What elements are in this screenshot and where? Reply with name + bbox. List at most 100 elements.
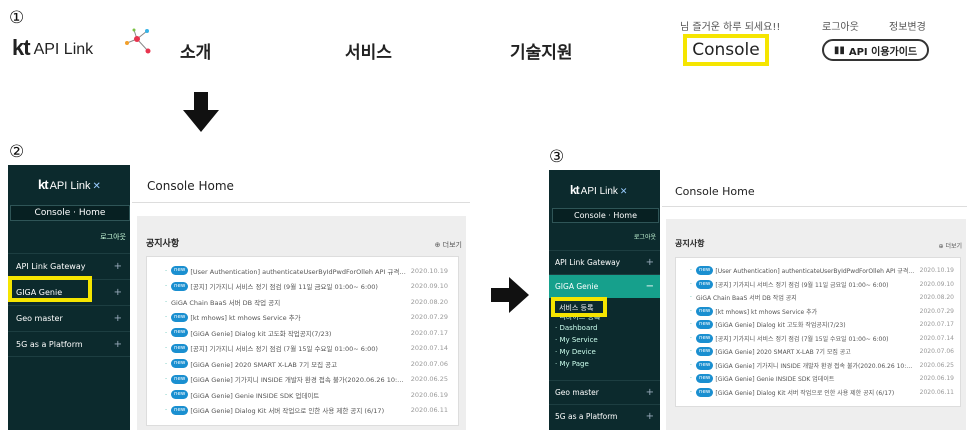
notice-date: 2020.07.14	[919, 334, 954, 342]
notice-row[interactable]: · new [GiGA Genie] Genie INSIDE SDK 업데이트 20…	[690, 372, 954, 386]
notice-row[interactable]: · new [GiGA Genie] Genie INSIDE SDK 업데이트 20…	[165, 387, 448, 403]
menu-giga-genie-3[interactable]: GIGA Genie −	[549, 274, 660, 298]
notice-title[interactable]: [GiGA Genie] Genie INSIDE SDK 업데이트	[190, 390, 406, 400]
divider	[132, 202, 470, 203]
more-button-2[interactable]: ⊕ 더보기	[435, 240, 462, 250]
notice-row[interactable]: · GiGA Chain BaaS 서버 DB 작업 공지 2020.08.20	[165, 294, 448, 310]
notice-title[interactable]: GiGA Chain BaaS 서버 DB 작업 공지	[696, 293, 916, 302]
notice-title-2: 공지사항	[146, 239, 180, 249]
console-home-label-2[interactable]: Console · Home	[10, 205, 130, 221]
link-network-icon: ✕	[619, 187, 628, 197]
notice-title[interactable]: [GiGA Genie] 2020 SMART X-LAB 7기 모집 공고	[715, 347, 915, 356]
console-home-label-3[interactable]: Console · Home	[552, 208, 659, 223]
notice-row[interactable]: · new [GiGA Genie] Dialog Kit 서버 작업으로 인한 사…	[165, 403, 448, 419]
notice-row[interactable]: · new [User Authentication] authenticateUs…	[165, 263, 448, 279]
step-3-label: ③	[549, 147, 565, 167]
notice-title[interactable]: [공지] 기가지니 서비스 정기 점검 (7월 15일 수요일 01:00~ 6…	[715, 334, 915, 343]
notice-title[interactable]: [GiGA Genie] 기가지니 INSIDE 개발자 환경 접속 불가(20…	[190, 374, 406, 384]
menu-geo-master-2[interactable]: Geo master +	[8, 305, 130, 331]
page-title-3: Console Home	[675, 185, 755, 198]
greeting-text: 님 즐거운 하루 되세요!!	[680, 22, 781, 33]
notice-panel-2: 공지사항 ⊕ 더보기 · new [User Authentication] aut…	[137, 216, 466, 430]
notice-title[interactable]: [kt mhows] kt mhows Service 추가	[190, 312, 406, 322]
plus-icon: +	[113, 338, 122, 350]
notice-row[interactable]: · new [GiGA Genie] Dialog kit 고도화 작업공지(7/2…	[690, 318, 954, 332]
notice-title[interactable]: [User Authentication] authenticateUserBy…	[190, 266, 406, 276]
notice-row[interactable]: · new [GiGA Genie] 2020 SMART X-LAB 7기 모집 …	[690, 345, 954, 359]
notice-date: 2020.07.17	[919, 321, 954, 329]
notice-row[interactable]: · new [User Authentication] authenticateUs…	[690, 264, 954, 278]
notice-title[interactable]: [GiGA Genie] Dialog Kit 서버 작업으로 인한 사용 제한…	[715, 388, 915, 397]
service-register-highlight[interactable]: 서비스 등록	[551, 297, 607, 317]
arrow-right-icon	[491, 277, 529, 313]
more-button-3[interactable]: ⊕ 더보기	[939, 241, 963, 250]
menu-5g-platform-2[interactable]: 5G as a Platform +	[8, 331, 130, 357]
notice-row[interactable]: · new [GiGA Genie] 기가지니 INSIDE 개발자 환경 접속 불…	[690, 359, 954, 373]
notice-title[interactable]: [GiGA Genie] Genie INSIDE SDK 업데이트	[715, 374, 915, 383]
notice-row[interactable]: · new [kt mhows] kt mhows Service 추가 2020.0…	[690, 305, 954, 319]
sidebar-logo-2[interactable]: kt API Link ✕	[38, 177, 101, 192]
notice-title[interactable]: GiGA Chain BaaS 서버 DB 작업 공지	[171, 297, 407, 307]
notice-row[interactable]: · new [공지] 기가지니 서비스 정기 점검 (9월 11일 금요일 01:0…	[165, 279, 448, 295]
notice-row[interactable]: · new [공지] 기가지니 서비스 정기 점검 (7월 15일 수요일 01:0…	[165, 341, 448, 357]
nav-service[interactable]: 서비스	[345, 38, 392, 63]
giga-genie-highlight	[8, 276, 92, 302]
plus-icon: +	[645, 257, 654, 268]
link-network-icon: ✕	[92, 181, 101, 192]
notice-row[interactable]: · GiGA Chain BaaS 서버 DB 작업 공지 2020.08.20	[690, 291, 954, 305]
api-guide-button[interactable]: ▮▮ API 이용가이드	[822, 39, 929, 61]
menu-api-link-gateway-3[interactable]: API Link Gateway +	[549, 250, 660, 274]
sidebar-logout-2[interactable]: 로그아웃	[100, 232, 126, 242]
notice-date: 2020.07.17	[410, 328, 448, 337]
menu-5g-platform-3[interactable]: 5G as a Platform +	[549, 404, 660, 428]
notice-date: 2020.10.19	[919, 267, 954, 275]
notice-row[interactable]: · new [공지] 기가지니 서비스 정기 점검 (9월 11일 금요일 01:0…	[690, 278, 954, 292]
notice-row[interactable]: · new [공지] 기가지니 서비스 정기 점검 (7월 15일 수요일 01:0…	[690, 332, 954, 346]
sidebar-logout-3[interactable]: 로그아웃	[634, 232, 656, 241]
submenu-dashboard[interactable]: · Dashboard	[555, 324, 600, 336]
page-title-2: Console Home	[147, 179, 234, 193]
new-badge: new	[171, 328, 189, 338]
nav-intro[interactable]: 소개	[180, 38, 211, 63]
notice-row[interactable]: · new [GiGA Genie] Dialog kit 고도화 작업공지(7/2…	[165, 325, 448, 341]
submenu-my-device[interactable]: · My Device	[555, 348, 600, 360]
notice-date: 2020.06.11	[410, 406, 448, 415]
notice-date: 2020.09.10	[919, 280, 954, 288]
notice-date: 2020.06.25	[919, 361, 954, 369]
kt-logo[interactable]: kt API Link	[12, 28, 151, 59]
notice-date: 2020.06.25	[410, 375, 448, 384]
notice-date: 2020.06.19	[410, 390, 448, 399]
notice-date: 2020.06.19	[919, 375, 954, 383]
notice-title[interactable]: [GiGA Genie] Dialog Kit 서버 작업으로 인한 사용 제한…	[190, 405, 406, 415]
console-nav-highlight[interactable]: Console	[683, 34, 769, 66]
notice-title[interactable]: [공지] 기가지니 서비스 정기 점검 (7월 15일 수요일 01:00~ 6…	[190, 343, 406, 353]
notice-title[interactable]: [GiGA Genie] 2020 SMART X-LAB 7기 모집 공고	[190, 359, 406, 369]
submenu-my-page[interactable]: · My Page	[555, 360, 600, 372]
notice-title[interactable]: [User Authentication] authenticateUserBy…	[715, 266, 915, 275]
sidebar-logo-3[interactable]: kt API Link ✕	[570, 183, 627, 197]
notice-row[interactable]: · new [GiGA Genie] Dialog Kit 서버 작업으로 인한 사…	[690, 386, 954, 400]
new-badge: new	[171, 405, 189, 415]
notice-title[interactable]: [GiGA Genie] Dialog kit 고도화 작업공지(7/23)	[715, 320, 915, 329]
menu-geo-master-3[interactable]: Geo master +	[549, 380, 660, 404]
info-change-link[interactable]: 정보변경	[889, 18, 926, 33]
notice-row[interactable]: · new [kt mhows] kt mhows Service 추가 2020.0…	[165, 310, 448, 326]
notice-row[interactable]: · new [GiGA Genie] 2020 SMART X-LAB 7기 모집 …	[165, 356, 448, 372]
new-badge: new	[696, 374, 714, 384]
new-badge: new	[171, 312, 189, 322]
notice-title[interactable]: [공지] 기가지니 서비스 정기 점검 (9월 11일 금요일 01:00~ 6…	[715, 280, 915, 289]
notice-title[interactable]: [kt mhows] kt mhows Service 추가	[715, 307, 915, 316]
submenu-my-service[interactable]: · My Service	[555, 336, 600, 348]
notice-title[interactable]: [GiGA Genie] 기가지니 INSIDE 개발자 환경 접속 불가(20…	[715, 361, 915, 370]
notice-title-3: 공지사항	[675, 239, 705, 248]
notice-date: 2020.10.19	[410, 266, 448, 275]
nav-tech-support[interactable]: 기술지원	[510, 38, 573, 63]
logout-link[interactable]: 로그아웃	[822, 18, 859, 33]
notice-title[interactable]: [공지] 기가지니 서비스 정기 점검 (9월 11일 금요일 01:00~ 6…	[190, 281, 406, 291]
notice-date: 2020.07.14	[410, 344, 448, 353]
notice-date: 2020.06.11	[919, 388, 954, 396]
notice-date: 2020.08.20	[410, 297, 448, 306]
notice-date: 2020.07.29	[410, 313, 448, 322]
notice-row[interactable]: · new [GiGA Genie] 기가지니 INSIDE 개발자 환경 접속 불…	[165, 372, 448, 388]
notice-title[interactable]: [GiGA Genie] Dialog kit 고도화 작업공지(7/23)	[190, 328, 406, 338]
